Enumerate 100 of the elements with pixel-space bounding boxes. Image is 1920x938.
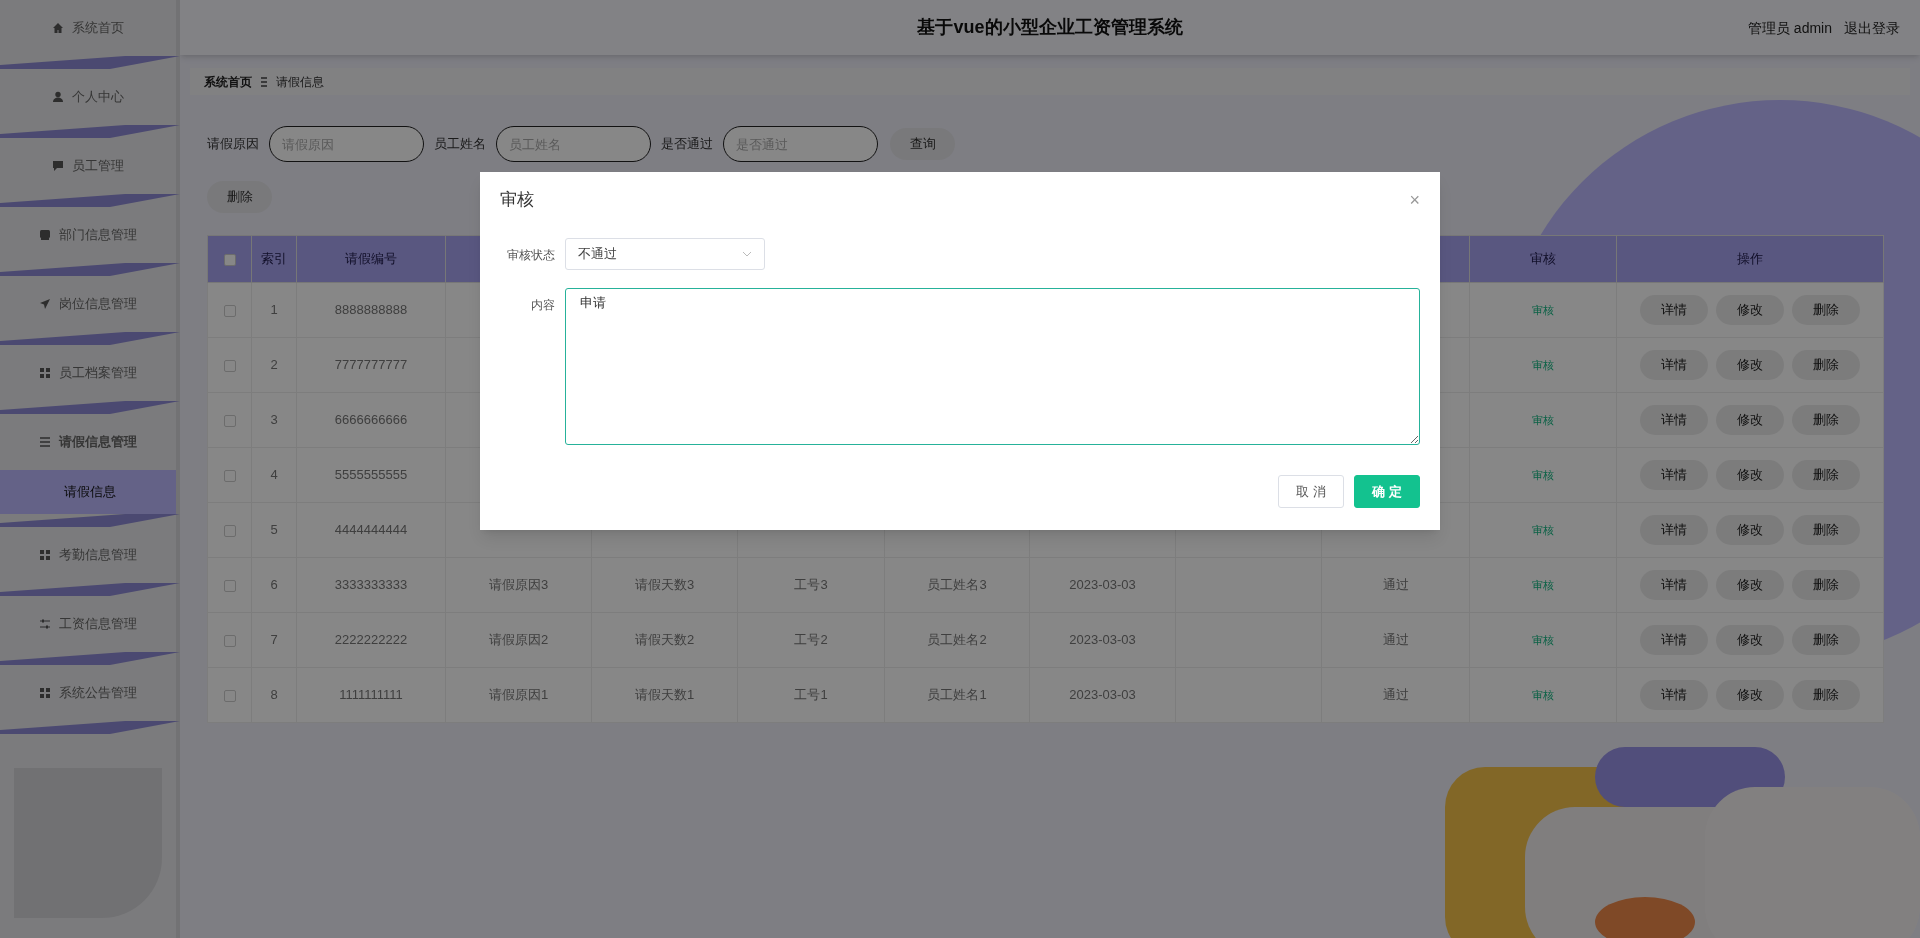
breadcrumb-link[interactable]: 系统首页 — [204, 72, 252, 91]
home-icon — [52, 22, 64, 34]
checkbox[interactable] — [223, 469, 236, 482]
column-header: 审核 — [1530, 251, 1556, 267]
cancel-button[interactable]: 取 消 — [1278, 475, 1344, 508]
table-cell: 7 — [270, 632, 278, 648]
action-button[interactable]: 详情 — [1640, 625, 1708, 655]
action-button[interactable]: 详情 — [1640, 680, 1708, 710]
content-textarea[interactable]: 申请 — [565, 288, 1420, 445]
action-button[interactable]: 删除 — [1792, 350, 1860, 380]
sidebar-item[interactable]: 工资信息管理 — [0, 596, 176, 652]
sidebar-item[interactable]: 请假信息管理 — [0, 414, 176, 470]
checkbox[interactable] — [223, 359, 236, 372]
sidebar-item[interactable]: 岗位信息管理 — [0, 276, 176, 332]
checkbox[interactable] — [223, 579, 236, 592]
action-button[interactable]: 修改 — [1716, 625, 1784, 655]
column-header: 索引 — [261, 251, 287, 267]
table-cell: 请假原因2 — [488, 632, 549, 648]
action-button[interactable]: 详情 — [1640, 570, 1708, 600]
table-cell: 员工姓名2 — [927, 632, 987, 648]
action-button[interactable]: 修改 — [1716, 350, 1784, 380]
close-button[interactable]: × — [1409, 191, 1420, 209]
chat-icon — [52, 160, 64, 172]
checkbox[interactable] — [223, 524, 236, 537]
action-button[interactable]: 详情 — [1640, 295, 1708, 325]
breadcrumb-current: 请假信息 — [276, 73, 324, 91]
table-cell: 工号2 — [794, 632, 828, 648]
sidebar-item[interactable]: 系统公告管理 — [0, 665, 176, 721]
table-cell: 请假原因1 — [488, 687, 549, 703]
table-cell: 5 — [270, 522, 278, 538]
action-button[interactable]: 修改 — [1716, 405, 1784, 435]
sidebar-item[interactable]: 系统首页 — [0, 0, 176, 56]
table-cell: 2023-03-03 — [1069, 632, 1136, 648]
action-button[interactable]: 修改 — [1716, 515, 1784, 545]
table-cell: 通过 — [1382, 577, 1409, 593]
table-cell: 工号1 — [794, 687, 828, 703]
sidebar-item[interactable]: 员工管理 — [0, 138, 176, 194]
table-cell: 2 — [270, 357, 278, 373]
table-cell: 7777777777 — [334, 357, 408, 373]
action-button[interactable]: 修改 — [1716, 570, 1784, 600]
action-button[interactable]: 删除 — [1792, 460, 1860, 490]
grid-icon — [39, 687, 51, 699]
column-header: 请假编号 — [345, 251, 397, 267]
table-cell: 工号3 — [794, 577, 828, 593]
action-button[interactable]: 详情 — [1640, 460, 1708, 490]
action-button[interactable]: 删除 — [1792, 405, 1860, 435]
action-button[interactable]: 删除 — [1792, 625, 1860, 655]
table-cell: 1111111111 — [339, 687, 403, 703]
table-cell: 6 — [270, 577, 278, 593]
table-cell: 6666666666 — [334, 412, 408, 428]
action-button[interactable]: 删除 — [1792, 515, 1860, 545]
table-cell: 通过 — [1382, 632, 1409, 648]
sidebar-subitem[interactable]: 请假信息 — [0, 470, 176, 514]
user-icon — [52, 91, 64, 103]
table-cell: 2023-03-03 — [1069, 687, 1136, 703]
logout-link[interactable]: 退出登录 — [1844, 18, 1900, 39]
filter-label: 是否通过 — [661, 135, 713, 154]
checkbox[interactable] — [223, 253, 236, 266]
chevron-down-icon — [742, 251, 752, 257]
table-cell: 请假原因3 — [488, 577, 549, 593]
action-button[interactable]: 删除 — [1792, 680, 1860, 710]
sliders-icon — [39, 618, 51, 630]
table-cell: 3 — [270, 412, 278, 428]
status-select[interactable]: 不通过 — [565, 238, 765, 270]
action-button[interactable]: 修改 — [1716, 295, 1784, 325]
table-cell: 通过 — [1382, 687, 1409, 703]
search-button[interactable]: 查询 — [890, 128, 955, 160]
filter-label: 请假原因 — [207, 135, 259, 154]
action-button[interactable]: 删除 — [1792, 570, 1860, 600]
sidebar-item[interactable]: 部门信息管理 — [0, 207, 176, 263]
user-label: 管理员 admin — [1747, 19, 1832, 38]
field-label: 内容 — [530, 297, 555, 314]
action-button[interactable]: 修改 — [1716, 680, 1784, 710]
sidebar-item[interactable]: 考勤信息管理 — [0, 527, 176, 583]
action-button[interactable]: 修改 — [1716, 460, 1784, 490]
action-button[interactable]: 删除 — [1792, 295, 1860, 325]
field-label: 审核状态 — [506, 247, 555, 264]
checkbox[interactable] — [223, 634, 236, 647]
table-cell: 请假天数3 — [634, 577, 695, 593]
table-cell: 员工姓名3 — [927, 577, 987, 593]
checkbox[interactable] — [223, 304, 236, 317]
checkbox[interactable] — [223, 689, 236, 702]
box-icon — [39, 229, 51, 241]
table-cell: 4 — [270, 467, 278, 483]
column-header: 操作 — [1737, 251, 1763, 267]
table-cell: 1 — [270, 302, 278, 318]
table-cell: 请假天数1 — [634, 687, 695, 703]
table-cell: 5555555555 — [334, 467, 408, 483]
checkbox[interactable] — [223, 414, 236, 427]
delete-button[interactable]: 删除 — [207, 181, 272, 213]
action-button[interactable]: 详情 — [1640, 515, 1708, 545]
table-cell: 8 — [270, 687, 278, 703]
sidebar-item[interactable]: 员工档案管理 — [0, 345, 176, 401]
sidebar-item[interactable]: 个人中心 — [0, 69, 176, 125]
action-button[interactable]: 详情 — [1640, 405, 1708, 435]
dialog-title: 审核 — [500, 189, 534, 212]
app-title: 基于vue的小型企业工资管理系统 — [917, 16, 1183, 39]
action-button[interactable]: 详情 — [1640, 350, 1708, 380]
table-cell: 2023-03-03 — [1069, 577, 1136, 593]
grid-icon — [39, 549, 51, 561]
